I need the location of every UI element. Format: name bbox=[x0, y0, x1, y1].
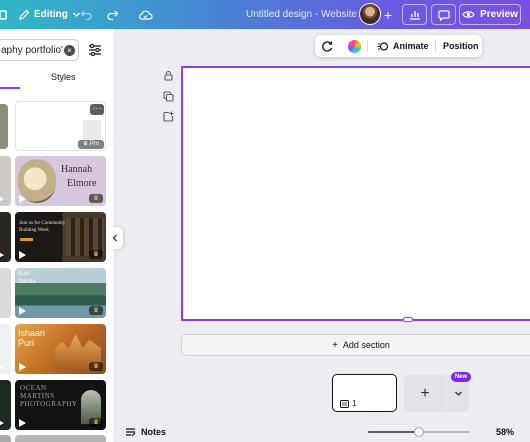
template-text: Kian bbox=[18, 271, 31, 277]
add-page-icon[interactable] bbox=[163, 111, 174, 122]
templates-panel: aphy portfolio' × Styles ··· ♛ Pro Hanna… bbox=[0, 29, 115, 442]
animate-button[interactable]: Animate bbox=[377, 35, 429, 57]
plus-icon: + bbox=[332, 339, 338, 351]
cloud-sync-icon[interactable] bbox=[138, 0, 153, 29]
more-options-icon[interactable]: ··· bbox=[90, 104, 104, 115]
toolbar-divider bbox=[435, 40, 436, 52]
pencil-icon bbox=[19, 9, 30, 20]
lock-icon[interactable] bbox=[163, 70, 174, 81]
template-thumb-partial[interactable] bbox=[15, 435, 106, 442]
insights-button[interactable] bbox=[402, 4, 427, 25]
template-text: Elmore bbox=[67, 178, 97, 189]
link-rotate-icon[interactable] bbox=[321, 35, 334, 57]
new-badge: New bbox=[451, 372, 471, 382]
template-text: PHOTOGRAPHY bbox=[20, 400, 78, 408]
template-thumb-hannah-elmore[interactable]: Hannah Elmore ♛ bbox=[15, 156, 106, 206]
animate-label: Animate bbox=[393, 41, 429, 51]
crown-icon: ♛ bbox=[89, 418, 103, 427]
template-thumb-partial[interactable] bbox=[0, 268, 11, 318]
close-icon[interactable]: × bbox=[64, 45, 75, 56]
redo-icon[interactable] bbox=[106, 0, 119, 29]
template-text: Hannah bbox=[61, 164, 93, 175]
chevron-down-icon bbox=[454, 391, 462, 396]
color-wheel-icon[interactable] bbox=[348, 35, 361, 57]
zoom-slider[interactable] bbox=[368, 427, 470, 437]
duplicate-icon[interactable] bbox=[163, 91, 174, 102]
template-text: Puri bbox=[18, 338, 35, 348]
editing-label: Editing bbox=[34, 9, 68, 20]
template-thumb-partial[interactable] bbox=[0, 435, 11, 442]
avatar[interactable] bbox=[359, 3, 381, 25]
comment-icon bbox=[437, 9, 450, 21]
page-number: 1 bbox=[340, 399, 356, 408]
filter-sliders-icon[interactable] bbox=[88, 43, 102, 57]
template-thumb-partial[interactable] bbox=[0, 104, 8, 149]
design-canvas[interactable] bbox=[181, 66, 530, 321]
comment-button[interactable] bbox=[431, 4, 456, 25]
tab-active-underline bbox=[0, 87, 20, 89]
template-thumb-community[interactable]: Join us for Community Building Week ♛ bbox=[15, 212, 106, 262]
notes-icon bbox=[126, 428, 136, 437]
add-section-label: Add section bbox=[342, 340, 390, 350]
template-text: OCEAN bbox=[20, 384, 47, 392]
template-thumb-partial[interactable] bbox=[0, 380, 11, 430]
template-thumb-ocean-martins[interactable]: OCEAN MARTINS PHOTOGRAPHY ♛ bbox=[15, 380, 106, 430]
tab-styles[interactable]: Styles bbox=[51, 72, 76, 82]
template-thumb-partial[interactable] bbox=[0, 324, 11, 374]
resize-handle[interactable] bbox=[403, 317, 413, 322]
pro-badge: ♛ Pro bbox=[78, 140, 104, 149]
preview-label: Preview bbox=[480, 9, 518, 20]
chevron-left-icon bbox=[112, 234, 117, 242]
page-icon bbox=[340, 399, 349, 408]
template-thumb-partial[interactable] bbox=[0, 212, 11, 262]
position-label: Position bbox=[443, 41, 479, 51]
zoom-slider-fill bbox=[368, 431, 419, 433]
plus-icon: + bbox=[420, 384, 430, 402]
template-thumb-figure bbox=[83, 120, 101, 142]
chart-icon bbox=[409, 11, 420, 20]
crown-icon: ♛ bbox=[89, 250, 103, 259]
template-text: MARTINS bbox=[20, 392, 55, 400]
template-thumb-kian-garcia[interactable]: Kian Garcia ♛ bbox=[15, 268, 106, 318]
crown-icon: ♛ bbox=[89, 362, 103, 371]
notes-button[interactable]: Notes bbox=[125, 427, 166, 437]
add-section-button[interactable]: + Add section bbox=[181, 334, 530, 356]
zoom-slider-knob[interactable] bbox=[414, 427, 424, 437]
crown-icon: ♛ bbox=[89, 306, 103, 315]
crown-icon: ♛ bbox=[89, 194, 103, 203]
template-thumb-blank[interactable]: ··· ♛ Pro bbox=[15, 101, 106, 151]
template-text: Building Week bbox=[19, 228, 49, 233]
zoom-value[interactable]: 58% bbox=[496, 427, 514, 437]
template-thumb-partial[interactable] bbox=[0, 156, 11, 206]
preview-button[interactable]: Preview bbox=[459, 4, 521, 25]
add-page-button[interactable]: + bbox=[404, 375, 446, 412]
search-input[interactable]: aphy portfolio' × bbox=[0, 39, 79, 61]
folder-icon[interactable] bbox=[0, 0, 9, 29]
template-accent-bar bbox=[20, 238, 33, 241]
search-value: aphy portfolio' bbox=[1, 45, 63, 56]
footer-bar: Notes 58% bbox=[115, 422, 530, 442]
page-thumbnail[interactable]: 1 bbox=[332, 374, 397, 412]
template-text: Ishaan bbox=[18, 328, 46, 338]
collapse-panel-button[interactable] bbox=[107, 227, 123, 249]
plus-icon[interactable]: + bbox=[384, 0, 392, 29]
element-toolbar: Animate Position bbox=[315, 35, 482, 57]
top-bar: Editing Untitled design - Website + Prev… bbox=[0, 0, 530, 29]
eye-icon bbox=[462, 11, 475, 18]
position-button[interactable]: Position bbox=[443, 35, 479, 57]
editing-mode-button[interactable]: Editing bbox=[19, 0, 81, 29]
template-thumb-ishaan-puri[interactable]: Ishaan Puri ♛ bbox=[15, 324, 106, 374]
notes-label: Notes bbox=[141, 427, 167, 437]
template-text: Garcia bbox=[18, 279, 36, 285]
undo-icon[interactable] bbox=[80, 0, 93, 29]
template-text: Join us for Community bbox=[19, 221, 66, 226]
design-title[interactable]: Untitled design - Website bbox=[246, 0, 357, 29]
animate-icon bbox=[377, 41, 389, 51]
toolbar-divider bbox=[367, 40, 368, 52]
